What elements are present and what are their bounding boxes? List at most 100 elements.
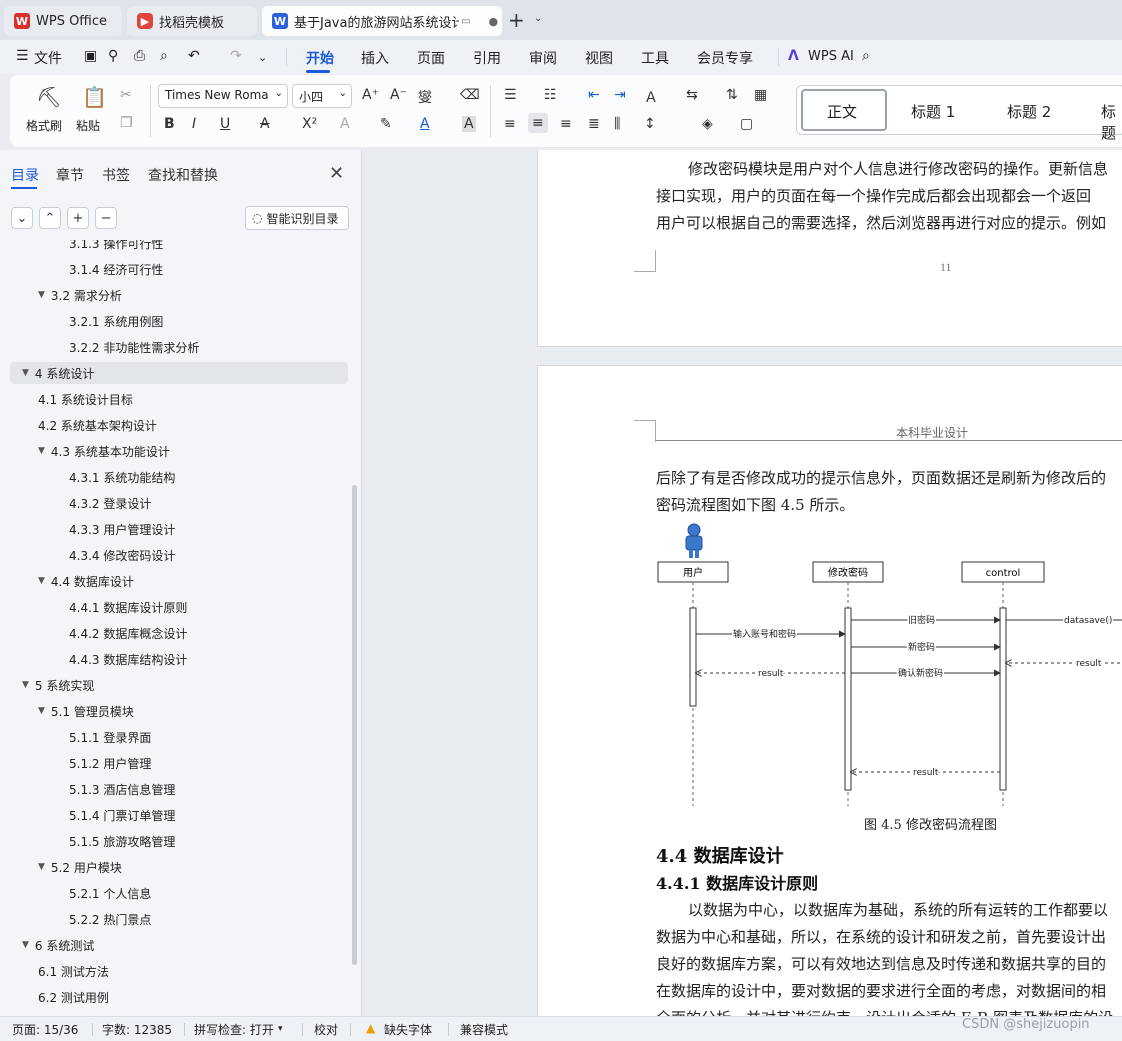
menu-review[interactable]: 审阅 xyxy=(529,48,557,68)
toc-item[interactable]: 3.2.2 非功能性需求分析 xyxy=(69,336,199,358)
toc-item[interactable]: 5.1.2 用户管理 xyxy=(69,752,151,774)
sidebar-scrollbar[interactable] xyxy=(352,485,357,965)
close-icon[interactable]: ✕ xyxy=(329,163,344,184)
font-name-select[interactable]: Times New Roma ⌄ xyxy=(158,84,288,108)
menu-wps-ai[interactable]: WPS AI xyxy=(808,49,854,64)
underline-icon[interactable]: U xyxy=(220,116,230,132)
menu-page[interactable]: 页面 xyxy=(417,48,445,68)
toc-item[interactable]: ▼ 4.3 系统基本功能设计 xyxy=(38,440,170,462)
toc-item[interactable]: 4.4.1 数据库设计原则 xyxy=(69,596,187,618)
text-effect-icon[interactable]: A xyxy=(340,116,350,132)
toc-item[interactable]: 5.1.5 旅游攻略管理 xyxy=(69,830,175,852)
toc-item[interactable]: ▼ 6 系统测试 xyxy=(22,934,94,956)
clear-format-icon[interactable]: ⌫ xyxy=(460,87,480,103)
paragraph-spacing-icon[interactable]: ↕ xyxy=(644,116,656,132)
toc-item[interactable]: 5.1.4 门票订单管理 xyxy=(69,804,175,826)
char-shading-icon[interactable]: A xyxy=(462,116,476,132)
tab-wps-office[interactable]: W WPS Office xyxy=(4,6,122,36)
paste-icon[interactable]: 📋 xyxy=(82,85,107,109)
increase-indent-icon[interactable]: ⇥ xyxy=(614,87,626,103)
menu-file[interactable]: 文件 xyxy=(34,48,62,68)
justify-icon[interactable]: ≣ xyxy=(588,116,600,132)
toc-item[interactable]: 4.2 系统基本架构设计 xyxy=(38,414,157,436)
bold-icon[interactable]: B xyxy=(164,116,175,132)
toc-item[interactable]: ▼ 4.4 数据库设计 xyxy=(38,570,134,592)
border-icon[interactable]: ▢ xyxy=(740,116,753,132)
align-right-icon[interactable]: ≡ xyxy=(560,116,572,132)
bullet-list-icon[interactable]: ☰ xyxy=(504,87,517,103)
page-indicator[interactable]: 页面: 15/36 xyxy=(12,1021,78,1038)
toc-item[interactable]: 4.3.1 系统功能结构 xyxy=(69,466,175,488)
toc-item[interactable]: 4.3.4 修改密码设计 xyxy=(69,544,175,566)
tab-toc[interactable]: 目录 xyxy=(11,165,39,185)
remove-heading-icon[interactable]: − xyxy=(95,207,117,229)
proofread-button[interactable]: 校对 xyxy=(314,1021,338,1038)
print-icon[interactable]: ⎙ xyxy=(134,48,145,64)
new-tab-plus-icon[interactable]: + xyxy=(508,8,525,32)
distribute-icon[interactable]: ⫼ xyxy=(614,116,620,132)
tab-find-replace[interactable]: 查找和替换 xyxy=(148,165,218,185)
superscript-icon[interactable]: X² xyxy=(302,116,317,132)
paste-button[interactable]: 粘贴 xyxy=(76,117,100,134)
toc-item[interactable]: ▼ 3.2 需求分析 xyxy=(38,284,122,306)
toc-item[interactable]: ▼ 5.2 用户模块 xyxy=(38,856,122,878)
expand-triangle-icon[interactable]: ▼ xyxy=(38,290,45,300)
spell-check-toggle[interactable]: 拼写检查: 打开 xyxy=(194,1021,274,1038)
line-spacing-icon[interactable]: ⇆ xyxy=(686,87,698,103)
style-heading-1[interactable]: 标题 1 xyxy=(911,101,955,122)
menu-tools[interactable]: 工具 xyxy=(641,48,669,68)
word-count[interactable]: 字数: 12385 xyxy=(102,1021,172,1038)
menu-membership[interactable]: 会员专享 xyxy=(697,48,753,68)
menu-home[interactable]: 开始 xyxy=(306,48,334,68)
menu-references[interactable]: 引用 xyxy=(473,48,501,68)
expand-triangle-icon[interactable]: ▼ xyxy=(38,446,45,456)
undo-icon[interactable]: ↶ xyxy=(188,48,200,64)
italic-icon[interactable]: I xyxy=(192,116,196,132)
align-center-icon[interactable]: ≡ xyxy=(528,113,548,133)
style-normal[interactable]: 正文 xyxy=(827,101,857,122)
expand-triangle-icon[interactable]: ▼ xyxy=(38,576,45,586)
redo-icon[interactable]: ↷ xyxy=(230,48,242,64)
format-painter-button[interactable]: 格式刷 xyxy=(26,117,62,134)
menu-view[interactable]: 视图 xyxy=(585,48,613,68)
shading-icon[interactable]: ◈ xyxy=(702,116,713,132)
expand-triangle-icon[interactable]: ▼ xyxy=(22,940,29,950)
format-painter-icon[interactable]: ⛏ xyxy=(36,85,61,109)
print-preview-icon[interactable]: ⌕ xyxy=(160,48,168,64)
hamburger-icon[interactable]: ☰ xyxy=(16,48,29,64)
chevron-down-icon[interactable]: ▾ xyxy=(278,1024,283,1034)
toc-item[interactable]: 5.2.2 热门景点 xyxy=(69,908,151,930)
tab-document[interactable]: W 基于Java的旅游网站系统设计与 ▭ ● xyxy=(262,6,502,36)
expand-triangle-icon[interactable]: ▼ xyxy=(38,862,45,872)
align-left-icon[interactable]: ≡ xyxy=(504,116,516,132)
cut-icon[interactable]: ✂ xyxy=(120,87,132,103)
font-size-select[interactable]: 小四 ⌄ xyxy=(292,84,352,108)
toc-item[interactable]: 5.2.1 个人信息 xyxy=(69,882,151,904)
search-icon[interactable]: ⌕ xyxy=(862,48,870,64)
strikethrough-icon[interactable]: A xyxy=(260,116,270,132)
font-color-icon[interactable]: A xyxy=(420,116,430,132)
text-direction-icon[interactable]: Ａ xyxy=(644,87,658,107)
phonetic-guide-icon[interactable]: 燮 xyxy=(418,87,432,107)
tab-chapters[interactable]: 章节 xyxy=(56,165,84,185)
toc-item[interactable]: 4.3.2 登录设计 xyxy=(69,492,151,514)
toc-item[interactable]: 6.2 测试用例 xyxy=(38,986,109,1008)
toc-item[interactable]: ▼ 5.1 管理员模块 xyxy=(38,700,134,722)
save-icon[interactable]: ▣ xyxy=(84,48,97,64)
expand-triangle-icon[interactable]: ▼ xyxy=(22,680,29,690)
toc-item[interactable]: ▼ 4 系统设计 xyxy=(22,362,94,384)
toc-item[interactable]: 4.4.3 数据库结构设计 xyxy=(69,648,187,670)
toc-item[interactable]: 6.1 测试方法 xyxy=(38,960,109,982)
smart-toc-button[interactable]: ◌ 智能识别目录 xyxy=(245,206,349,230)
expand-triangle-icon[interactable]: ▼ xyxy=(38,706,45,716)
toc-item[interactable]: 3.1.4 经济可行性 xyxy=(69,258,163,280)
toc-item[interactable]: 4.1 系统设计目标 xyxy=(38,388,133,410)
expand-triangle-icon[interactable]: ▼ xyxy=(22,368,29,378)
chevron-down-icon[interactable]: ⌄ xyxy=(258,51,267,64)
missing-font-button[interactable]: 缺失字体 xyxy=(384,1021,432,1038)
shrink-font-icon[interactable]: A⁻ xyxy=(390,87,407,103)
grow-font-icon[interactable]: A⁺ xyxy=(362,87,379,103)
toc-item[interactable]: 3.1.3 操作可行性 xyxy=(69,240,163,254)
decrease-indent-icon[interactable]: ⇤ xyxy=(588,87,600,103)
chevron-down-icon[interactable]: ⌄ xyxy=(534,13,542,24)
